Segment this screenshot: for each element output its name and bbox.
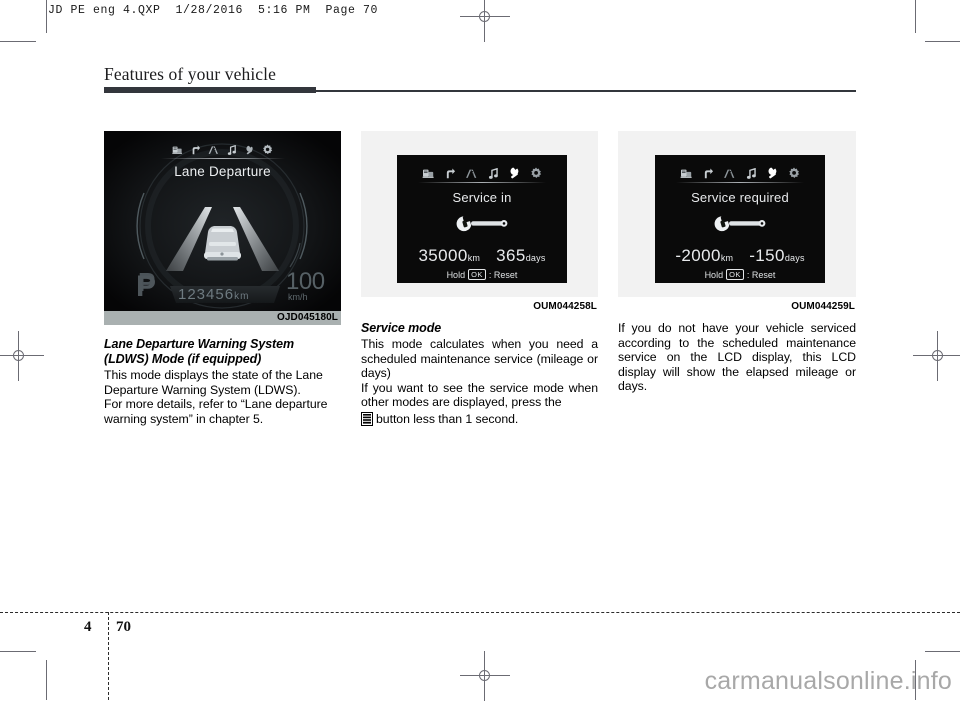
figure-caption: OUM044259L — [791, 301, 855, 312]
lcd-screen-service-in: Service in 35000km 365days Hold OK: Res… — [397, 155, 567, 283]
lcd-days-value: -150 — [749, 246, 785, 265]
figure-caption-strip: OJD045180L — [104, 311, 341, 325]
lane-departure-icon — [208, 146, 218, 154]
lcd-days-readout: -150days — [749, 246, 804, 266]
lcd-icon-row-service-in — [397, 155, 567, 179]
lcd-values-service-required: -2000km -150days — [655, 246, 825, 266]
turn-arrow-icon — [192, 145, 201, 155]
title-rule-thick — [104, 87, 316, 93]
lcd-days-unit: days — [784, 253, 805, 263]
svg-text:P: P — [138, 267, 155, 297]
music-note-icon — [488, 168, 498, 179]
trip-computer-icon — [172, 146, 182, 154]
gear-icon — [263, 144, 273, 155]
footer-divider-vertical — [108, 612, 109, 700]
text-block-service-mode: Service mode This mode calculates when y… — [361, 321, 598, 430]
site-watermark: carmanualsonline.info — [704, 667, 952, 695]
lcd-wrench-graphic-wrap — [655, 213, 825, 238]
instrument-cluster-image: P Lane Departure P 123456km 100 km/h — [104, 131, 341, 311]
lcd-values-service-in: 35000km 365days — [397, 246, 567, 266]
figure-caption: OUM044258L — [533, 301, 597, 312]
paragraph-service-3: button less than 1 second. — [361, 411, 598, 430]
music-note-icon — [227, 145, 236, 155]
trip-computer-icon — [680, 169, 692, 178]
lcd-title-service-required: Service required — [691, 190, 789, 205]
ok-key-badge: OK — [726, 269, 744, 280]
lcd-distance-unit: km — [720, 253, 734, 263]
figure-caption: OJD045180L — [276, 312, 338, 323]
lcd-screen-service-required: Service required -2000km -150days Hold O… — [655, 155, 825, 283]
lcd-wrench-graphic-wrap — [397, 213, 567, 238]
wrench-icon — [714, 216, 766, 232]
cluster-mode-title: Lane Departure — [174, 164, 271, 179]
paragraph-elapsed-1: If you do not have your vehicle serviced… — [618, 321, 856, 394]
lane-departure-icon — [724, 169, 735, 178]
lcd-hint-prefix: Hold — [704, 269, 724, 280]
lcd-icon-row-service-required — [655, 155, 825, 179]
lane-departure-icon — [466, 169, 477, 178]
lcd-title-service-in: Service in — [452, 190, 512, 205]
text-block-elapsed: If you do not have your vehicle serviced… — [618, 321, 856, 394]
paragraph-service-3-text: button less than 1 second. — [376, 411, 519, 426]
cluster-icon-row — [104, 131, 341, 155]
sub-heading-ldws: Lane Departure Warning System (LDWS) Mod… — [104, 337, 294, 366]
lcd-distance-readout: 35000km — [418, 246, 480, 266]
gear-icon — [531, 167, 542, 179]
wrench-icon — [246, 145, 253, 155]
paragraph-service-2: If you want to see the service mode when… — [361, 380, 598, 410]
page-title: Features of your vehicle — [104, 64, 276, 84]
trip-computer-button-icon — [361, 411, 373, 430]
lcd-panel-service-required: Service required -2000km -150days Hold O… — [618, 131, 856, 297]
column-2: Service in 35000km 365days Hold OK: Res… — [361, 131, 598, 430]
lcd-reset-hint-service-in: Hold OK : Reset — [397, 269, 567, 280]
lcd-distance-readout: -2000km — [675, 246, 733, 266]
paragraph-service-1: This mode calculates when you need a sch… — [361, 337, 598, 381]
column-3: Service required -2000km -150days Hold O… — [618, 131, 856, 394]
lcd-hint-suffix: : Reset — [746, 269, 776, 280]
figure-service-required: Service required -2000km -150days Hold O… — [618, 131, 856, 312]
lcd-days-unit: days — [525, 253, 546, 263]
lcd-days-readout: 365days — [496, 246, 545, 266]
turn-arrow-icon — [704, 168, 714, 179]
wrench-icon — [510, 167, 519, 179]
paragraph-ldws-2: For more details, refer to “Lane departu… — [104, 397, 328, 426]
lcd-panel-service-in: Service in 35000km 365days Hold OK: Res… — [361, 131, 598, 297]
paragraph-ldws-1: This mode displays the state of the Lane… — [104, 368, 323, 397]
lcd-reset-hint-service-required: Hold OK : Reset — [655, 269, 825, 280]
sub-heading-service-mode: Service mode — [361, 321, 442, 335]
footer-page-number: 70 — [116, 619, 131, 635]
lcd-distance-value: -2000 — [675, 246, 721, 265]
column-1: P Lane Departure P 123456km 100 km/h OJD… — [104, 131, 341, 426]
lcd-distance-value: 35000 — [418, 246, 468, 265]
footer-chapter-number: 4 — [84, 619, 92, 635]
text-block-ldws: Lane Departure Warning System (LDWS) Mod… — [104, 337, 341, 426]
lcd-distance-unit: km — [467, 253, 481, 263]
figure-service-in: Service in 35000km 365days Hold OK: Res… — [361, 131, 598, 312]
ok-key-badge: OK — [468, 269, 486, 280]
lcd-hint-suffix: : Reset — [488, 269, 518, 280]
lcd-hint-prefix: Hold — [446, 269, 466, 280]
title-rule-thin — [316, 90, 856, 92]
lcd-days-value: 365 — [496, 246, 526, 265]
trip-computer-icon — [422, 169, 434, 178]
music-note-icon — [746, 168, 756, 179]
gear-icon — [789, 167, 800, 179]
footer-divider-horizontal — [0, 612, 960, 613]
figure-lane-departure: P Lane Departure P 123456km 100 km/h OJD… — [104, 131, 341, 325]
manual-page: Features of your vehicle P Lane Departur… — [0, 0, 960, 700]
wrench-icon — [456, 216, 508, 232]
turn-arrow-icon — [446, 168, 456, 179]
wrench-icon — [768, 167, 777, 179]
